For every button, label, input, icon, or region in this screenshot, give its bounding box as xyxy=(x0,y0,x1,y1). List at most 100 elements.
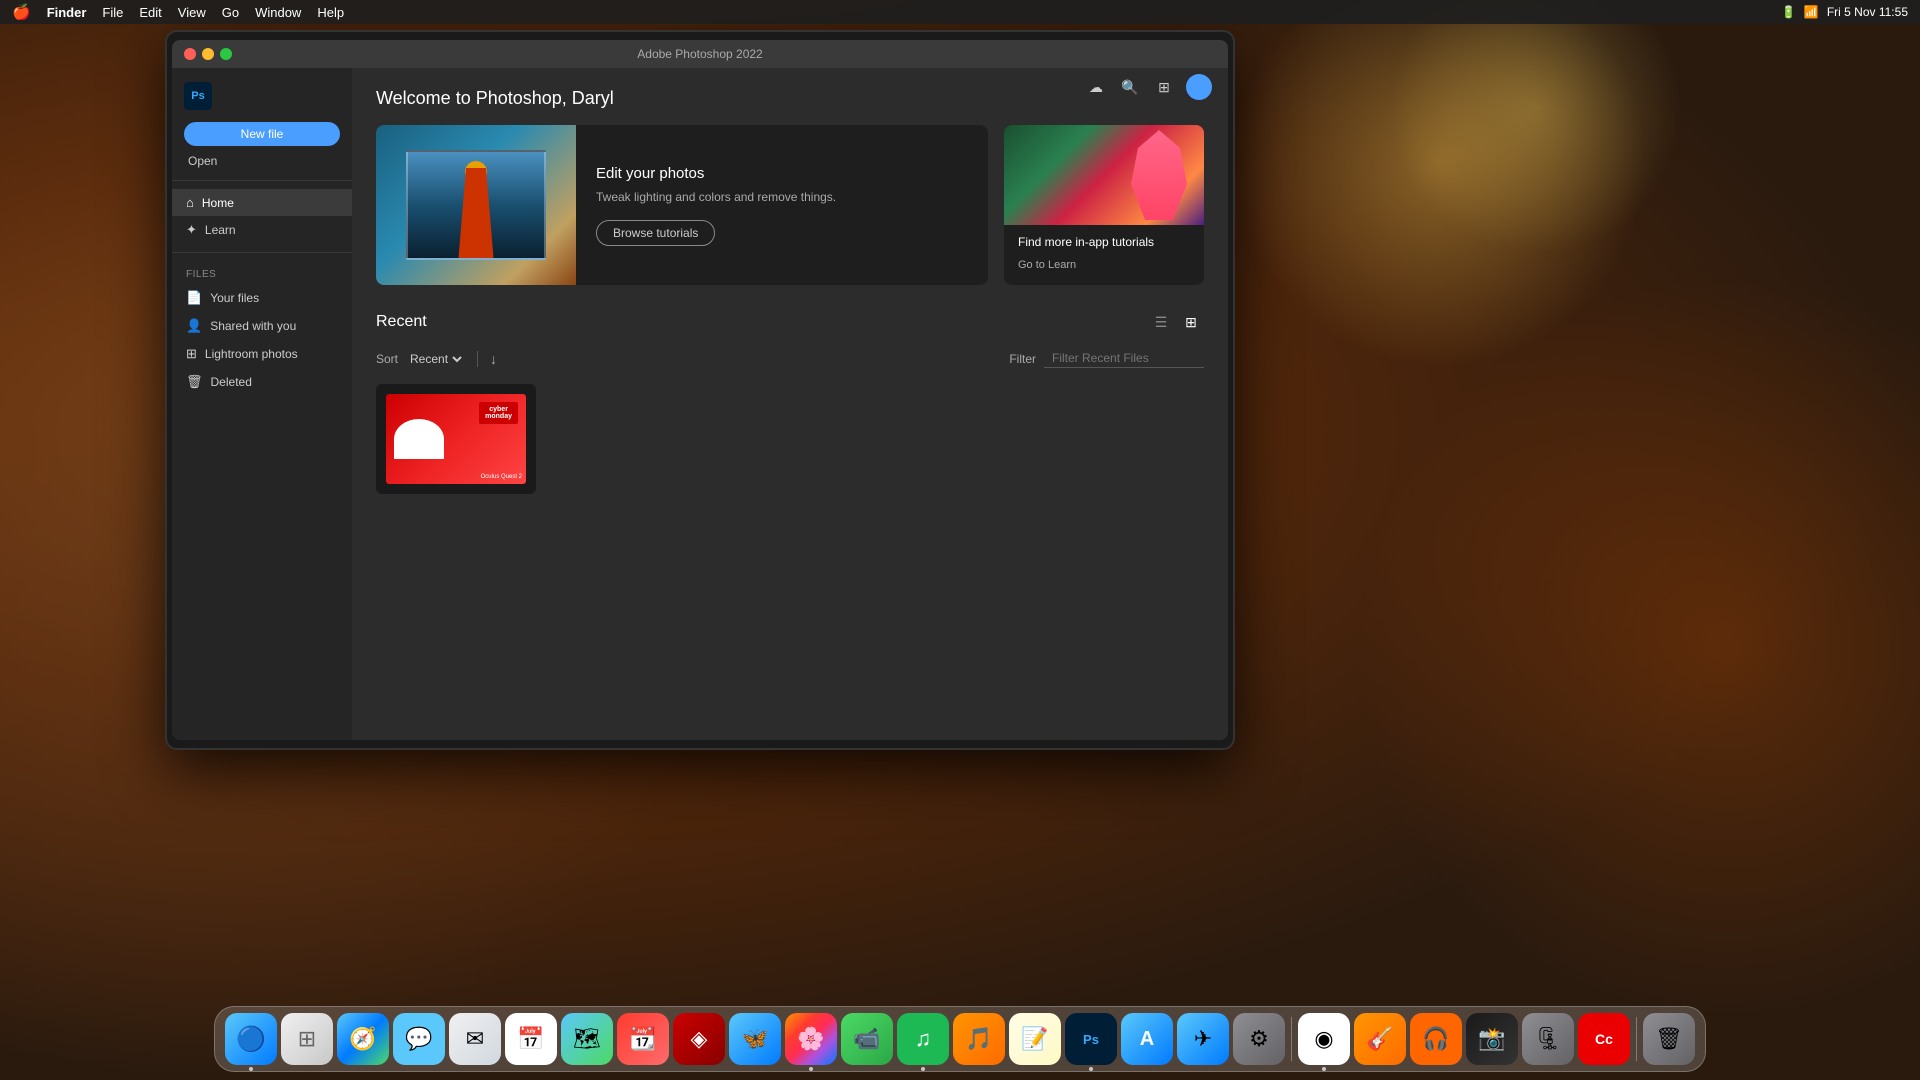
mac-dock: 🔵 ⊞ 🧭 💬 ✉ 📅 🗺 📆 ◈ 🦋 🌸 xyxy=(214,1006,1706,1072)
sidebar-learn-label: Learn xyxy=(205,223,236,237)
dock-item-archive[interactable]: 🗜 xyxy=(1522,1013,1574,1065)
product-label: Oculus Quest 2 xyxy=(481,474,522,480)
open-button[interactable]: Open xyxy=(172,150,352,172)
dock-item-notes[interactable]: 📝 xyxy=(1009,1013,1061,1065)
close-button[interactable] xyxy=(184,48,196,60)
lightroom-label: Lightroom photos xyxy=(205,347,298,361)
menubar-battery: 🔋 xyxy=(1781,5,1796,19)
dock-item-creative-cloud[interactable]: Cc xyxy=(1578,1013,1630,1065)
traffic-lights xyxy=(184,48,232,60)
dock-item-trash[interactable]: 🗑 xyxy=(1643,1013,1695,1065)
suggestion-title: Edit your photos xyxy=(596,165,836,182)
dock-item-calendar[interactable]: 📅 xyxy=(505,1013,557,1065)
dock-separator-2 xyxy=(1636,1017,1637,1061)
user-avatar[interactable] xyxy=(1186,74,1212,100)
fullscreen-button[interactable] xyxy=(220,48,232,60)
suggestion-image xyxy=(376,125,576,285)
dock-item-headphones[interactable]: 🎧 xyxy=(1410,1013,1462,1065)
dock-item-facetime[interactable]: 📹 xyxy=(841,1013,893,1065)
files-section-label: FILES xyxy=(172,261,352,284)
ps-titlebar: Adobe Photoshop 2022 xyxy=(172,40,1228,68)
sidebar-deleted[interactable]: 🗑 Deleted xyxy=(172,368,352,396)
home-icon: ⌂ xyxy=(186,195,194,210)
suggestions-row: Edit your photos Tweak lighting and colo… xyxy=(376,125,1204,285)
grid-view-button[interactable]: ⊞ xyxy=(1178,309,1204,335)
sidebar-divider-2 xyxy=(172,252,352,253)
suggestions-section: ∧ Hide suggestions xyxy=(376,125,1204,285)
sort-direction-icon[interactable]: ↓ xyxy=(490,351,497,367)
dock-item-fantastical[interactable]: 📆 xyxy=(617,1013,669,1065)
trash-icon: 🗑 xyxy=(186,374,203,390)
menubar-finder[interactable]: Finder xyxy=(47,5,87,20)
filter-label: Filter xyxy=(1009,352,1036,366)
dock-separator xyxy=(1291,1017,1292,1061)
sidebar-lightroom[interactable]: ⊞ Lightroom photos xyxy=(172,340,352,368)
ps-logo-area: Ps xyxy=(172,78,352,122)
browse-tutorials-button[interactable]: Browse tutorials xyxy=(596,220,715,246)
go-to-learn-link[interactable]: Go to Learn xyxy=(1018,259,1076,271)
side-card-text: Find more in-app tutorials Go to Learn xyxy=(1004,225,1204,283)
recent-file-card[interactable]: cyber monday Oculus Quest 2 xyxy=(376,384,536,494)
dock-item-photoshop[interactable]: Ps xyxy=(1065,1013,1117,1065)
dock-dot-chrome xyxy=(1322,1067,1326,1071)
dock-item-photos[interactable]: 🌸 xyxy=(785,1013,837,1065)
side-card-title: Find more in-app tutorials xyxy=(1018,235,1190,249)
search-icon[interactable]: 🔍 xyxy=(1118,75,1142,99)
file-thumbnail: cyber monday Oculus Quest 2 xyxy=(376,384,536,494)
filter-input[interactable] xyxy=(1044,349,1204,368)
menubar-go[interactable]: Go xyxy=(222,5,239,20)
dock-item-testflight[interactable]: ✈ xyxy=(1177,1013,1229,1065)
sidebar-divider-1 xyxy=(172,180,352,181)
dock-item-messages[interactable]: 💬 xyxy=(393,1013,445,1065)
dock-item-finder[interactable]: 🔵 xyxy=(225,1013,277,1065)
ps-main-layout: Ps New file Open ⌂ Home ✦ Learn FILES 📄 … xyxy=(172,68,1228,740)
menubar-view[interactable]: View xyxy=(178,5,206,20)
menubar: 🍎 Finder File Edit View Go Window Help 🔋… xyxy=(0,0,1920,24)
dock-item-system-prefs[interactable]: ⚙ xyxy=(1233,1013,1285,1065)
new-file-button[interactable]: New file xyxy=(184,122,340,146)
apple-menu[interactable]: 🍎 xyxy=(12,3,31,21)
dock-item-chrome[interactable]: ◉ xyxy=(1298,1013,1350,1065)
minimize-button[interactable] xyxy=(202,48,214,60)
suggestion-description: Tweak lighting and colors and remove thi… xyxy=(596,190,836,204)
ps-topbar-icons: ☁ 🔍 ⊞ xyxy=(1084,74,1212,100)
sort-dropdown[interactable]: Recent xyxy=(406,351,465,367)
cyber-monday-badge: cyber monday xyxy=(479,402,518,424)
cloud-icon[interactable]: ☁ xyxy=(1084,75,1108,99)
dock-item-mail[interactable]: ✉ xyxy=(449,1013,501,1065)
welcome-title: Welcome to Photoshop, Daryl xyxy=(376,88,1204,109)
apps-icon[interactable]: ⊞ xyxy=(1152,75,1176,99)
dock-item-appstore[interactable]: A xyxy=(1121,1013,1173,1065)
dock-item-garageband[interactable]: 🎸 xyxy=(1354,1013,1406,1065)
sidebar-your-files[interactable]: 📄 Your files xyxy=(172,284,352,312)
recent-title: Recent xyxy=(376,313,427,331)
menubar-window[interactable]: Window xyxy=(255,5,301,20)
vertical-divider xyxy=(477,351,478,367)
ps-sidebar: Ps New file Open ⌂ Home ✦ Learn FILES 📄 … xyxy=(172,68,352,740)
menubar-help[interactable]: Help xyxy=(317,5,344,20)
dock-item-safari[interactable]: 🧭 xyxy=(337,1013,389,1065)
deleted-label: Deleted xyxy=(211,375,252,389)
dock-item-screensnap[interactable]: 📸 xyxy=(1466,1013,1518,1065)
dock-dot-finder xyxy=(249,1067,253,1071)
person-body xyxy=(451,168,501,258)
dock-item-maps[interactable]: 🗺 xyxy=(561,1013,613,1065)
sidebar-home[interactable]: ⌂ Home xyxy=(172,189,352,216)
dock-item-compressor[interactable]: 🦋 xyxy=(729,1013,781,1065)
list-view-button[interactable]: ☰ xyxy=(1148,309,1174,335)
laptop-bezel: Adobe Photoshop 2022 Ps New file Open ⌂ … xyxy=(165,30,1235,750)
sidebar-shared[interactable]: 👤 Shared with you xyxy=(172,312,352,340)
sidebar-learn[interactable]: ✦ Learn xyxy=(172,216,352,244)
shared-label: Shared with you xyxy=(210,319,296,333)
dock-item-capo[interactable]: 🎵 xyxy=(953,1013,1005,1065)
dock-item-launchpad[interactable]: ⊞ xyxy=(281,1013,333,1065)
menubar-file[interactable]: File xyxy=(102,5,123,20)
recent-header: Recent ☰ ⊞ xyxy=(376,309,1204,335)
ps-content: ☁ 🔍 ⊞ Welcome to Photoshop, Daryl ∧ Hide… xyxy=(352,68,1228,740)
dock-item-spotify[interactable]: ♫ xyxy=(897,1013,949,1065)
dock-item-app[interactable]: ◈ xyxy=(673,1013,725,1065)
menubar-time: Fri 5 Nov 11:55 xyxy=(1827,5,1908,19)
menubar-edit[interactable]: Edit xyxy=(139,5,161,20)
suggestion-img-inner xyxy=(406,150,546,260)
dock-dot-photos xyxy=(809,1067,813,1071)
